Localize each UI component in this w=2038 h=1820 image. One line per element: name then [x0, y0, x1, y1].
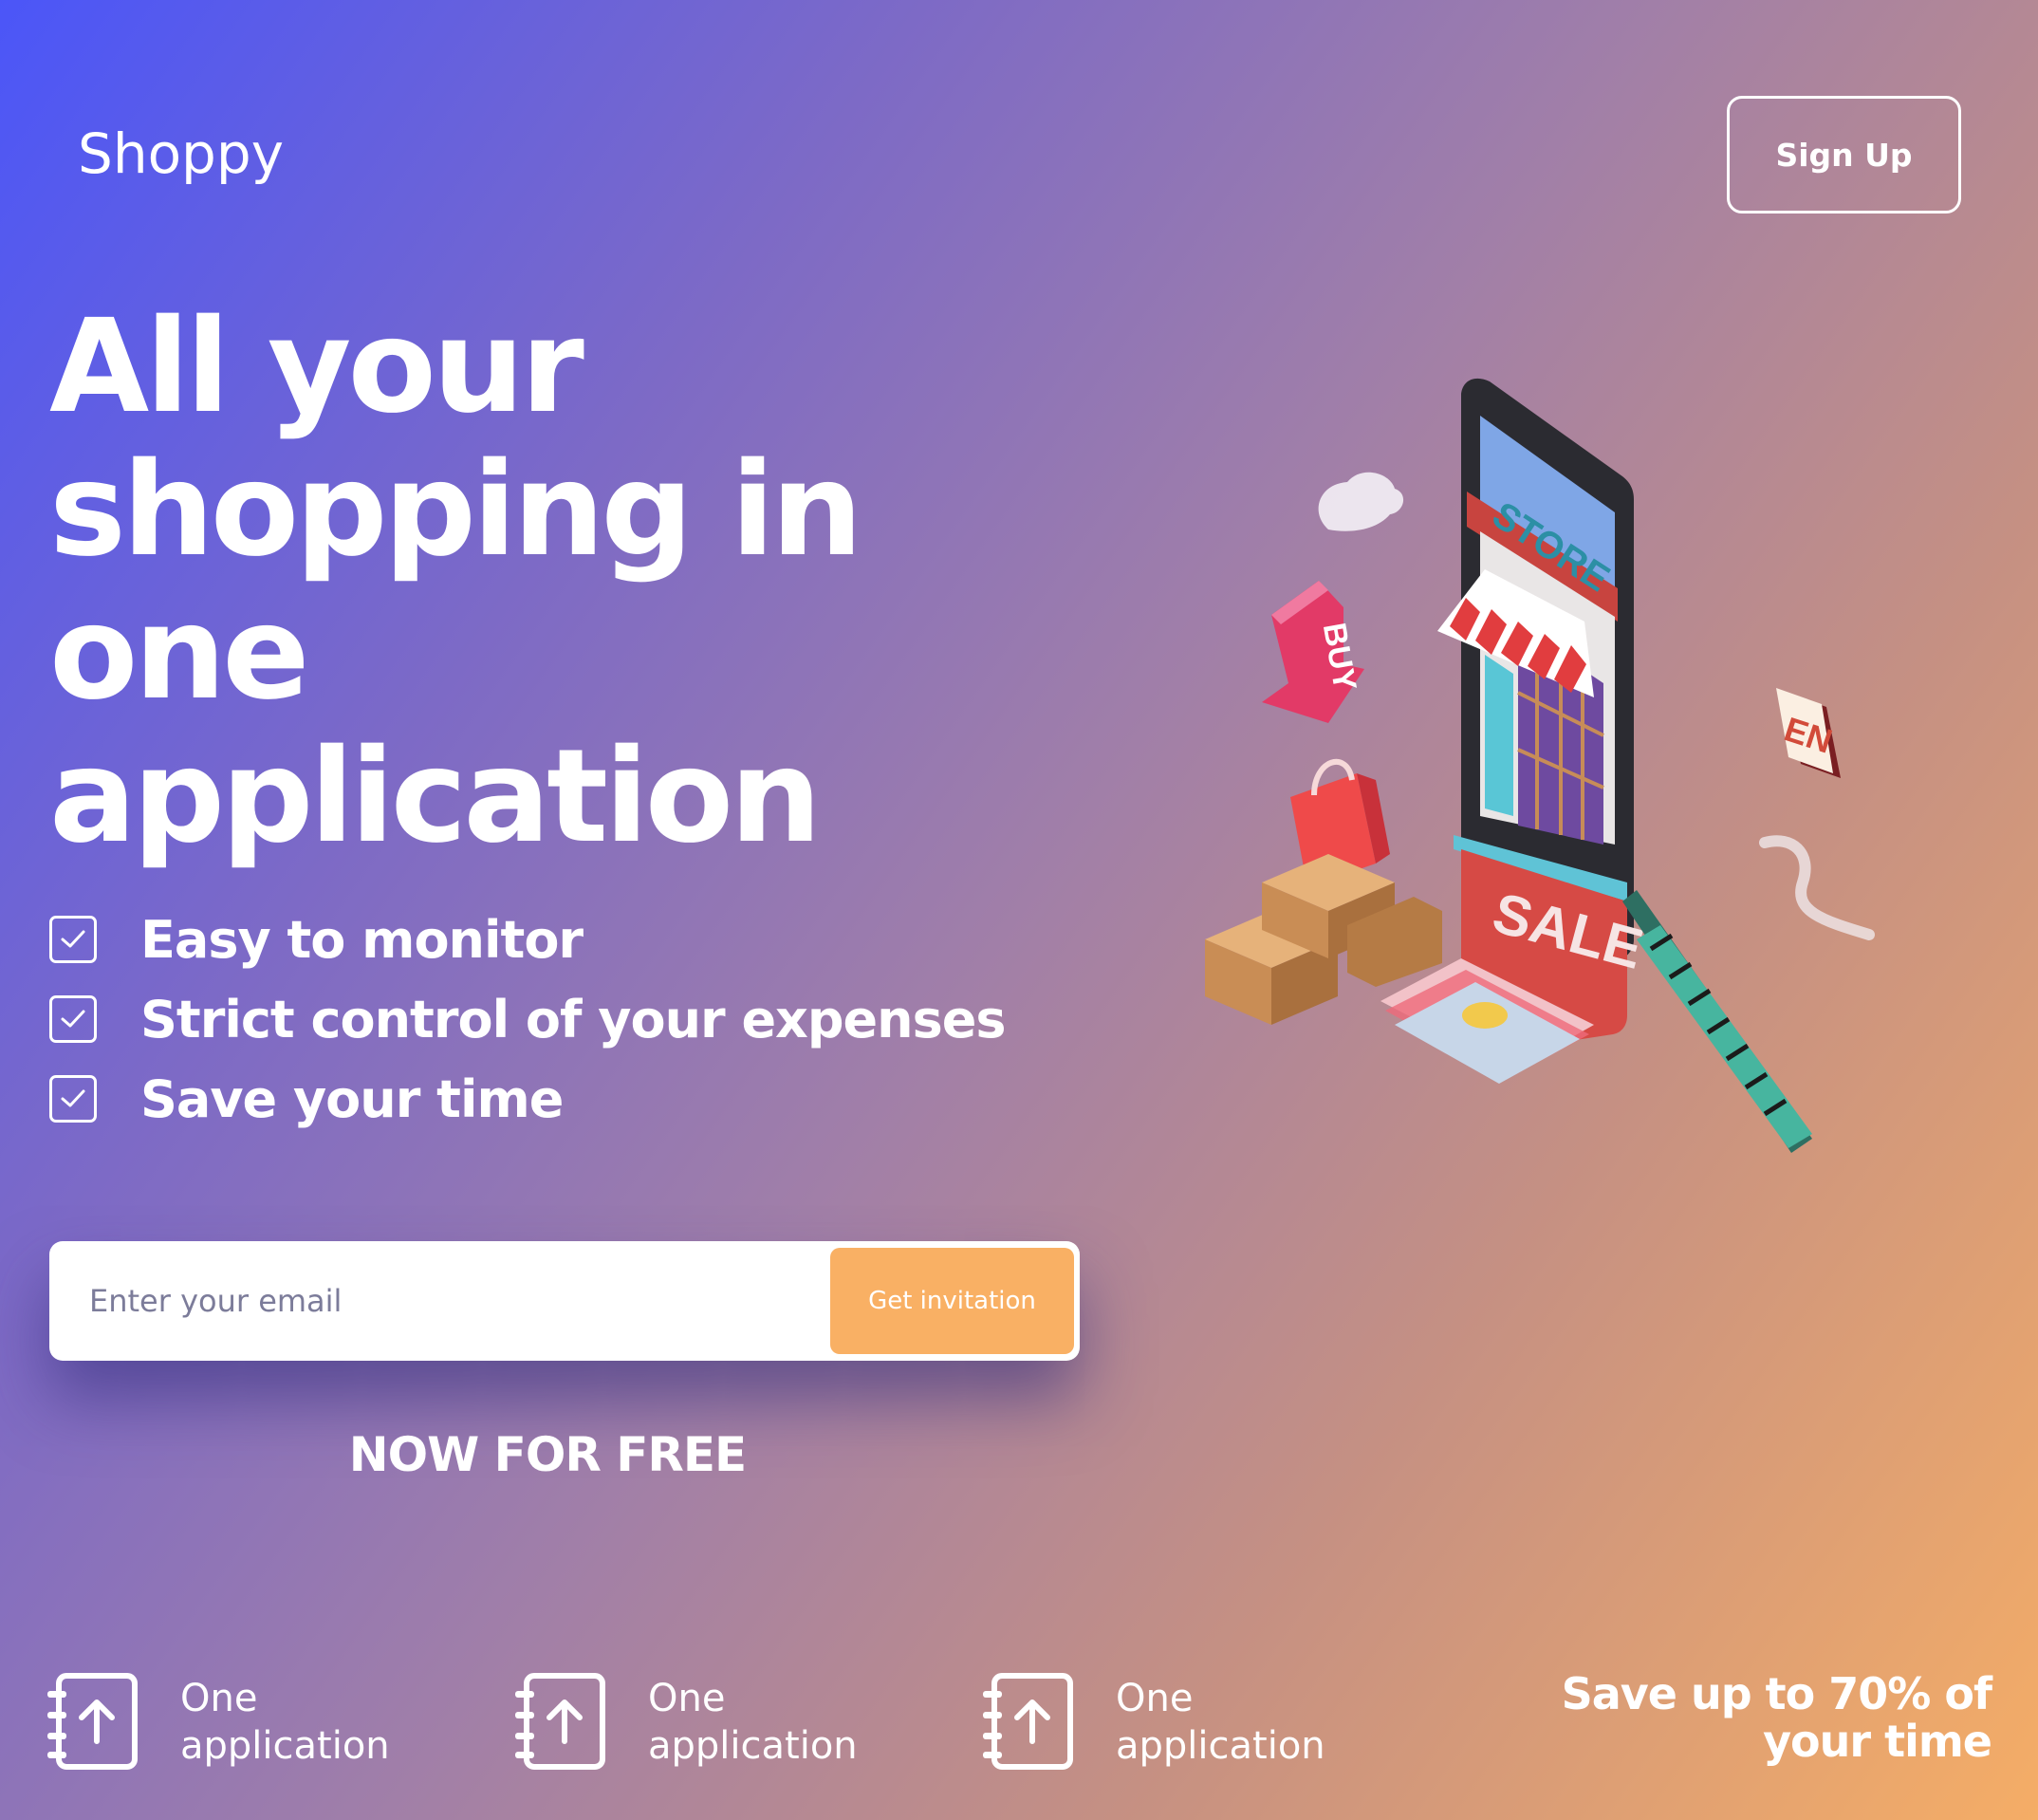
- get-invitation-button[interactable]: Get invitation: [830, 1248, 1074, 1354]
- upload-document-icon: [515, 1673, 605, 1770]
- shopping-app-illustration: BUY STORE SALE EN: [1205, 378, 1875, 1153]
- stat-label: One application: [1116, 1677, 1325, 1768]
- email-signup-form: Get invitation: [49, 1241, 1080, 1361]
- upload-document-icon: [983, 1673, 1073, 1770]
- stat-label: One application: [648, 1677, 858, 1768]
- stat-item: One application: [515, 1670, 895, 1774]
- stat-label: One application: [180, 1677, 390, 1768]
- open-sign-graphic: EN: [1776, 688, 1841, 778]
- stat-item: One application: [47, 1670, 427, 1774]
- checkbox-checked-icon: [49, 916, 97, 963]
- email-input[interactable]: [87, 1282, 830, 1320]
- escalator-graphic: [1622, 890, 1812, 1153]
- upload-document-icon: [47, 1673, 138, 1770]
- feature-list: Easy to monitor Strict control of your e…: [49, 900, 1007, 1139]
- checkbox-checked-icon: [49, 995, 97, 1043]
- feature-label: Strict control of your expenses: [140, 989, 1007, 1049]
- savings-text: Save up to 70% of your time: [1561, 1668, 1992, 1767]
- ribbon-shape: [1759, 835, 1875, 940]
- feature-label: Easy to monitor: [140, 909, 584, 970]
- free-tagline: NOW FOR FREE: [348, 1427, 747, 1482]
- feature-item: Save your time: [49, 1059, 1006, 1139]
- phone-store-graphic: STORE SALE: [1437, 378, 1650, 1054]
- sign-up-button[interactable]: Sign Up: [1727, 96, 1961, 214]
- feature-item: Easy to monitor: [49, 900, 1006, 979]
- stat-item: One application: [983, 1670, 1362, 1774]
- buy-arrow-icon: BUY: [1262, 581, 1364, 723]
- cloud-shape: [1318, 472, 1404, 531]
- hero-headline: All your shopping in one application: [49, 292, 862, 872]
- feature-item: Strict control of your expenses: [49, 979, 1007, 1059]
- logo[interactable]: Shoppy: [78, 121, 284, 186]
- checkbox-checked-icon: [49, 1075, 97, 1123]
- feature-label: Save your time: [140, 1068, 564, 1129]
